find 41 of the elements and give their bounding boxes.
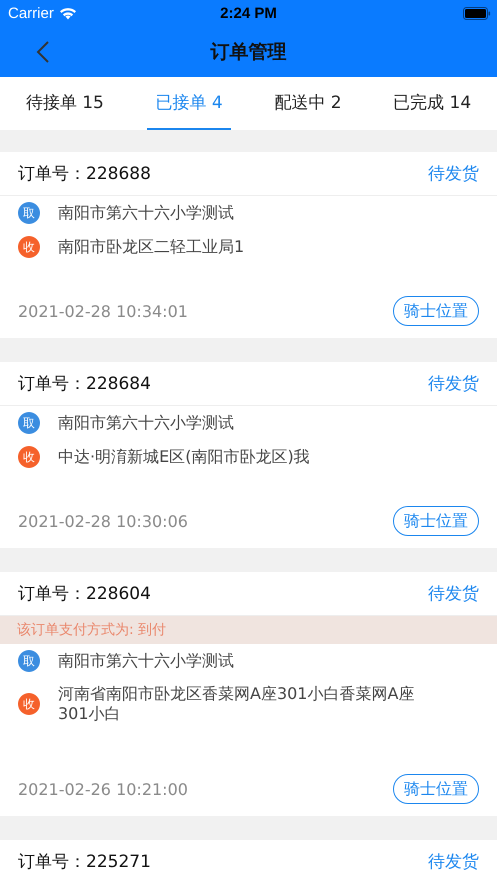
rider-location-button[interactable]: 骑士位置 (393, 774, 479, 804)
order-status: 待发货 (428, 373, 479, 395)
order-number: 订单号：228604 (18, 583, 151, 605)
payment-notice: 该订单支付方式为: 到付 (0, 616, 497, 644)
stop-badge: 收 (18, 446, 40, 468)
rider-location-button[interactable]: 骑士位置 (393, 296, 479, 326)
address-text: 南阳市卧龙区二轻工业局1 (58, 237, 246, 257)
page-title: 订单管理 (210, 40, 286, 64)
stop-badge: 取 (18, 412, 40, 434)
tab[interactable]: 待接单 15 (18, 77, 112, 130)
stop-badge: 取 (18, 650, 40, 672)
carrier-label: Carrier (8, 4, 54, 22)
order-time: 2021-02-28 10:34:01 (18, 302, 188, 320)
order-time: 2021-02-28 10:30:06 (18, 512, 188, 530)
tab[interactable]: 已完成 14 (385, 77, 480, 130)
order-card[interactable]: 订单号：228604 待发货 该订单支付方式为: 到付 取 南阳市第六十六小学测试 收 河南省南阳市卧龙区香菜网A座301小白香菜网A座301小白 2021-02-26 10:21:00 骑士位置 (0, 572, 497, 816)
address-text: 南阳市第六十六小学测试 (58, 413, 235, 433)
order-number: 订单号：228684 (18, 373, 151, 395)
address-text: 河南省南阳市卧龙区香菜网A座301小白香菜网A座301小白 (58, 684, 416, 724)
order-card[interactable]: 订单号：228688 待发货 取 南阳市第六十六小学测试 收 南阳市卧龙区二轻工业局1 2021-02-28 10:34:01 骑士位置 (0, 152, 497, 338)
stop-badge: 收 (18, 236, 40, 258)
order-status: 待发货 (428, 851, 479, 873)
battery-icon (463, 6, 491, 20)
order-time: 2021-02-26 10:21:00 (18, 780, 188, 798)
address-text: 中达·明淯新城E区(南阳市卧龙区)我 (58, 447, 311, 467)
wifi-icon (58, 6, 77, 20)
back-icon[interactable] (36, 40, 50, 64)
tab[interactable]: 已接单 4 (147, 77, 231, 130)
stop-badge: 取 (18, 202, 40, 224)
order-status: 待发货 (428, 583, 479, 605)
status-time: 2:24 PM (220, 4, 277, 22)
address-text: 南阳市第六十六小学测试 (58, 651, 235, 671)
tab[interactable]: 配送中 2 (266, 77, 350, 130)
stop-badge: 收 (18, 693, 40, 715)
order-status: 待发货 (428, 163, 479, 185)
order-card[interactable]: 订单号：228684 待发货 取 南阳市第六十六小学测试 收 中达·明淯新城E区(南阳市卧龙区)我 2021-02-28 10:30:06 骑士位置 (0, 362, 497, 548)
rider-location-button[interactable]: 骑士位置 (393, 506, 479, 536)
order-card[interactable]: 订单号：225271 待发货 (0, 840, 497, 883)
order-number: 订单号：225271 (18, 851, 151, 873)
address-text: 南阳市第六十六小学测试 (58, 203, 235, 223)
order-number: 订单号：228688 (18, 163, 151, 185)
